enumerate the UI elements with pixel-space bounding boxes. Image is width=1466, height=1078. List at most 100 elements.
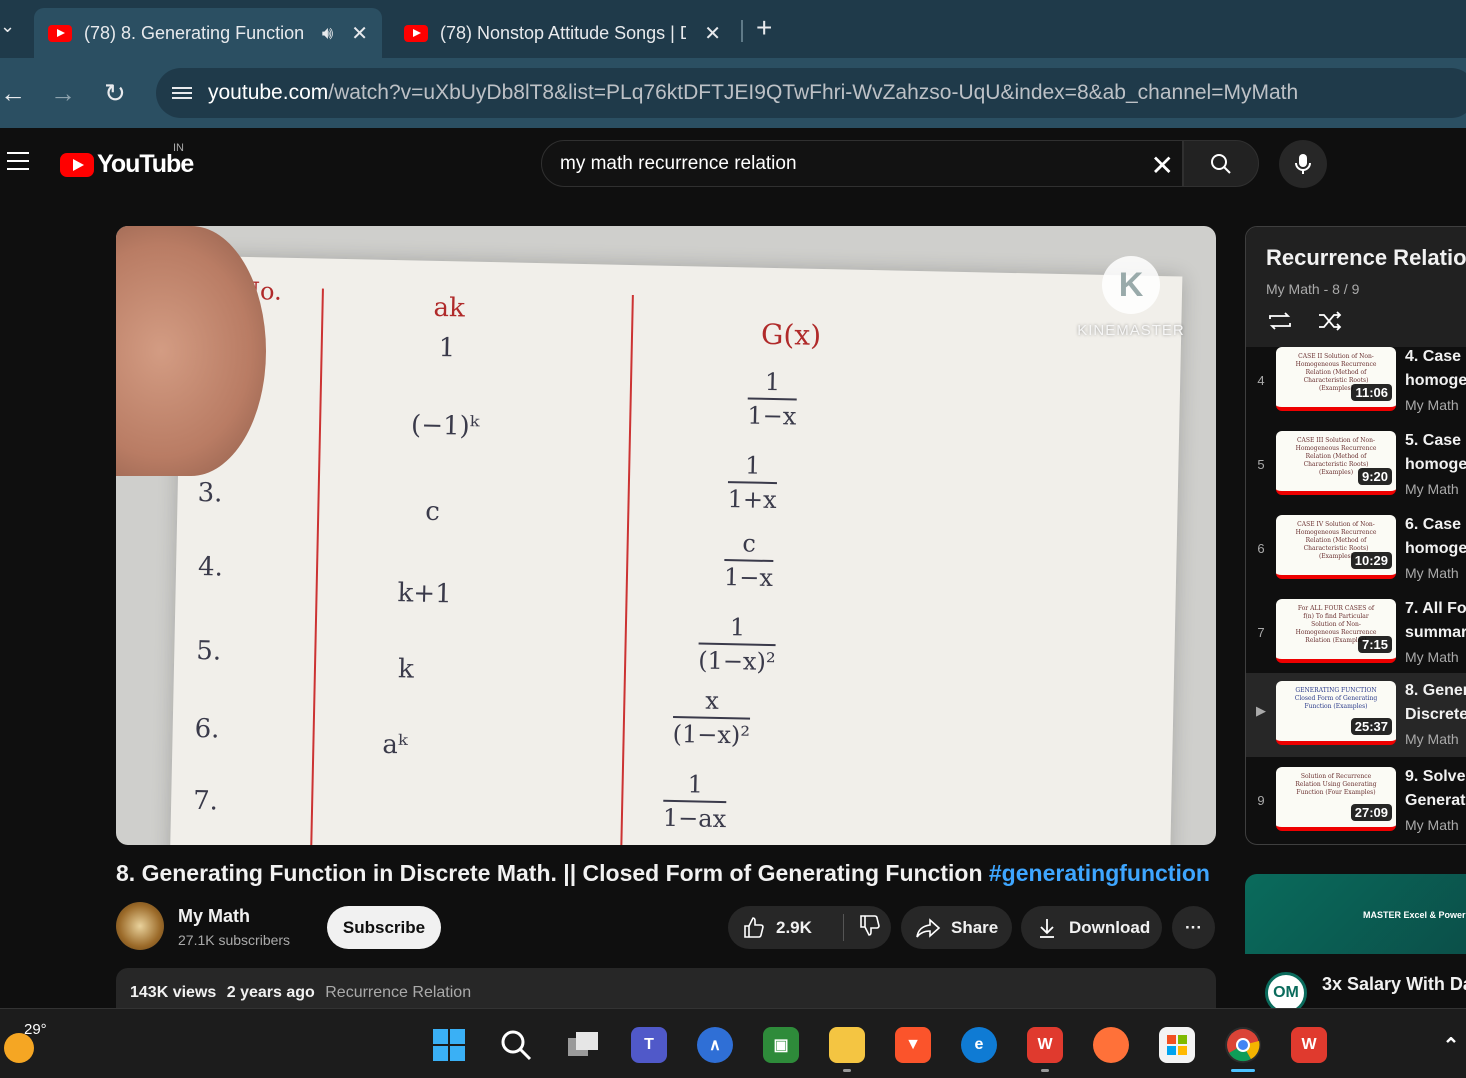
playlist-item[interactable]: 6 CASE IV Solution of Non-Homogeneous Re… bbox=[1246, 515, 1466, 599]
firefox-icon[interactable] bbox=[1093, 1027, 1129, 1063]
playlist-item[interactable]: 9 Solution of Recurrence Relation Using … bbox=[1246, 767, 1466, 844]
url-domain: youtube.com bbox=[208, 81, 329, 104]
shuffle-icon[interactable] bbox=[1316, 309, 1344, 333]
playlist-header: Recurrence Relation My Math - 8 / 9 bbox=[1246, 227, 1466, 347]
more-actions-button[interactable]: ··· bbox=[1172, 906, 1215, 949]
item-title-line: 6. Case bbox=[1405, 516, 1462, 533]
item-title: 4. Case homoge bbox=[1405, 345, 1466, 393]
search-query: my math recurrence relation bbox=[560, 152, 797, 174]
video-player[interactable]: S.No. ak G(x) 1. 1 11−x 2. (−1)ᵏ 11+x 3.… bbox=[116, 226, 1216, 845]
tab-list-chevron-icon[interactable]: ⌄ bbox=[0, 16, 15, 37]
loop-icon[interactable] bbox=[1266, 309, 1294, 333]
tab-divider bbox=[741, 20, 743, 42]
header-gx: G(x) bbox=[760, 317, 822, 352]
gx-denominator: 1+x bbox=[727, 485, 777, 515]
wps-icon[interactable]: W bbox=[1291, 1027, 1327, 1063]
item-title-line: 5. Case bbox=[1405, 432, 1462, 449]
thumbs-down-icon bbox=[860, 915, 880, 936]
brave-browser-icon[interactable]: ▼ bbox=[895, 1027, 931, 1063]
copilot-app-icon[interactable]: ∧ bbox=[697, 1027, 733, 1063]
address-bar[interactable]: youtube.com/watch?v=uXbUyDb8lT8&list=PLq… bbox=[156, 68, 1466, 118]
system-tray-chevron-icon[interactable]: ⌃ bbox=[1436, 1027, 1466, 1063]
file-explorer-icon[interactable] bbox=[829, 1027, 865, 1063]
search-taskbar-icon[interactable] bbox=[498, 1027, 534, 1063]
playlist-title[interactable]: Recurrence Relation bbox=[1266, 245, 1466, 271]
microsoft-store-icon[interactable] bbox=[1159, 1027, 1195, 1063]
thumb-text: GENERATING FUNCTION Closed Form of Gener… bbox=[1294, 687, 1378, 710]
search-input[interactable]: my math recurrence relation ✕ bbox=[541, 140, 1183, 187]
row-number: 6. bbox=[194, 713, 220, 745]
item-duration: 7:15 bbox=[1357, 636, 1392, 653]
item-index: 7 bbox=[1257, 625, 1265, 640]
playlist-item[interactable]: 7 For ALL FOUR CASES of f(n) To find Par… bbox=[1246, 599, 1466, 683]
ad-banner-text: MASTER Excel & Power BI bbox=[1363, 910, 1466, 920]
view-count: 143K views bbox=[130, 984, 217, 1001]
gx-denominator: (1−x)² bbox=[672, 719, 751, 750]
ad-title: 3x Salary With Da bbox=[1322, 974, 1466, 994]
tab-generating-function[interactable]: (78) 8. Generating Function 🔊︎ ✕ bbox=[34, 8, 382, 58]
item-title: 8. Gener Discrete bbox=[1405, 679, 1466, 727]
share-button[interactable]: Share bbox=[901, 906, 1012, 949]
item-index: 4 bbox=[1257, 373, 1265, 388]
item-thumbnail: CASE IV Solution of Non-Homogeneous Recu… bbox=[1276, 515, 1396, 579]
item-index: 5 bbox=[1257, 457, 1265, 472]
browser-toolbar: ← → ↻ youtube.com/watch?v=uXbUyDb8lT8&li… bbox=[0, 58, 1466, 128]
voice-search-button[interactable] bbox=[1279, 140, 1327, 188]
more-icon: ··· bbox=[1185, 917, 1202, 937]
menu-icon[interactable] bbox=[7, 152, 29, 176]
clear-search-icon[interactable]: ✕ bbox=[1151, 149, 1174, 182]
video-title: 8. Generating Function in Discrete Math.… bbox=[116, 860, 1210, 887]
edge-browser-icon[interactable]: e bbox=[961, 1027, 997, 1063]
classroom-icon[interactable]: ▣ bbox=[763, 1027, 799, 1063]
row-ak: 1 bbox=[438, 332, 456, 364]
subscriber-count: 27.1K subscribers bbox=[178, 932, 291, 948]
forward-arrow-icon[interactable]: → bbox=[50, 78, 76, 109]
item-title-line: homoge bbox=[1405, 372, 1466, 389]
reload-icon[interactable]: ↻ bbox=[104, 78, 126, 109]
subscribe-button[interactable]: Subscribe bbox=[327, 906, 441, 949]
channel-name[interactable]: My Math bbox=[178, 906, 250, 927]
tab-attitude-songs[interactable]: (78) Nonstop Attitude Songs | D ✕ bbox=[390, 8, 735, 58]
item-duration: 10:29 bbox=[1350, 552, 1392, 569]
speaker-icon[interactable]: 🔊︎ bbox=[322, 23, 333, 44]
hashtag-link[interactable]: #generatingfunction bbox=[989, 860, 1210, 886]
store-logo-icon bbox=[1167, 1035, 1187, 1055]
youtube-logo[interactable]: YouTube IN bbox=[60, 142, 194, 179]
weather-widget[interactable]: 29° bbox=[4, 1021, 47, 1063]
gx-denominator: 1−ax bbox=[662, 803, 727, 834]
item-thumbnail: For ALL FOUR CASES of f(n) To find Parti… bbox=[1276, 599, 1396, 663]
like-dislike-group: 2.9K bbox=[728, 906, 891, 949]
item-title: 7. All Fo summar bbox=[1405, 597, 1466, 645]
new-tab-button[interactable]: + bbox=[756, 12, 772, 44]
close-tab-icon[interactable]: ✕ bbox=[704, 21, 721, 46]
tab-title: (78) Nonstop Attitude Songs | D bbox=[440, 22, 687, 43]
task-view-glyph-icon bbox=[568, 1032, 598, 1056]
windows-taskbar: 29° T ∧ ▣ ▼ e W W ⌃ bbox=[0, 1008, 1466, 1078]
task-view-icon[interactable] bbox=[565, 1027, 601, 1063]
item-title-line: homoge bbox=[1405, 540, 1466, 557]
search-button[interactable] bbox=[1183, 140, 1259, 187]
teams-icon[interactable]: T bbox=[631, 1027, 667, 1063]
playlist-item[interactable]: 4 CASE II Solution of Non-Homogeneous Re… bbox=[1246, 347, 1466, 431]
close-tab-icon[interactable]: ✕ bbox=[351, 21, 368, 46]
wps-office-icon[interactable]: W bbox=[1027, 1027, 1063, 1063]
item-thumbnail: CASE II Solution of Non-Homogeneous Recu… bbox=[1276, 347, 1396, 411]
playlist-item-current[interactable]: ▶ GENERATING FUNCTION Closed Form of Gen… bbox=[1246, 673, 1466, 757]
playlist-tag[interactable]: Recurrence Relation bbox=[325, 984, 471, 1001]
playlist-item[interactable]: 5 CASE III Solution of Non-Homogeneous R… bbox=[1246, 431, 1466, 515]
download-button[interactable]: Download bbox=[1021, 906, 1162, 949]
item-title-line: homoge bbox=[1405, 456, 1466, 473]
download-label: Download bbox=[1069, 917, 1151, 937]
ad-card[interactable]: MASTER Excel & Power BI OM 3x Salary Wit… bbox=[1245, 874, 1466, 1024]
row-gx: 1 1+x bbox=[727, 451, 778, 515]
site-settings-icon[interactable] bbox=[172, 84, 192, 102]
logo-text: YouTube bbox=[97, 150, 194, 178]
back-arrow-icon[interactable]: ← bbox=[0, 78, 26, 109]
chrome-icon[interactable] bbox=[1225, 1027, 1261, 1063]
dislike-button[interactable] bbox=[844, 913, 882, 942]
windows-start-icon[interactable] bbox=[431, 1027, 467, 1063]
header-ak: ak bbox=[433, 292, 466, 324]
like-button[interactable]: 2.9K bbox=[728, 914, 844, 941]
ad-banner: MASTER Excel & Power BI bbox=[1245, 874, 1466, 954]
channel-avatar[interactable] bbox=[116, 902, 164, 950]
